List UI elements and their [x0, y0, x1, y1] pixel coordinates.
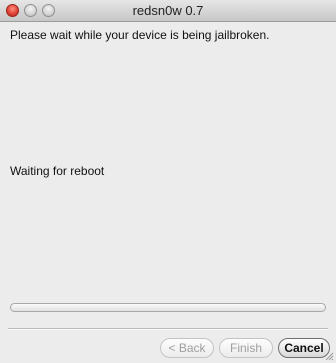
finish-button[interactable]: Finish — [219, 338, 273, 358]
title-bar[interactable]: redsn0w 0.7 — [0, 0, 336, 22]
progress-bar — [10, 303, 326, 312]
status-text: Waiting for reboot — [10, 164, 105, 178]
jailbreak-message: Please wait while your device is being j… — [10, 28, 270, 42]
cancel-button[interactable]: Cancel — [278, 338, 330, 358]
resize-grip-icon[interactable] — [324, 351, 334, 361]
back-button[interactable]: < Back — [160, 338, 214, 358]
window-title: redsn0w 0.7 — [132, 3, 204, 18]
separator — [8, 328, 328, 330]
content-area: Please wait while your device is being j… — [0, 22, 336, 363]
installer-window: redsn0w 0.7 Please wait while your devic… — [0, 0, 336, 363]
